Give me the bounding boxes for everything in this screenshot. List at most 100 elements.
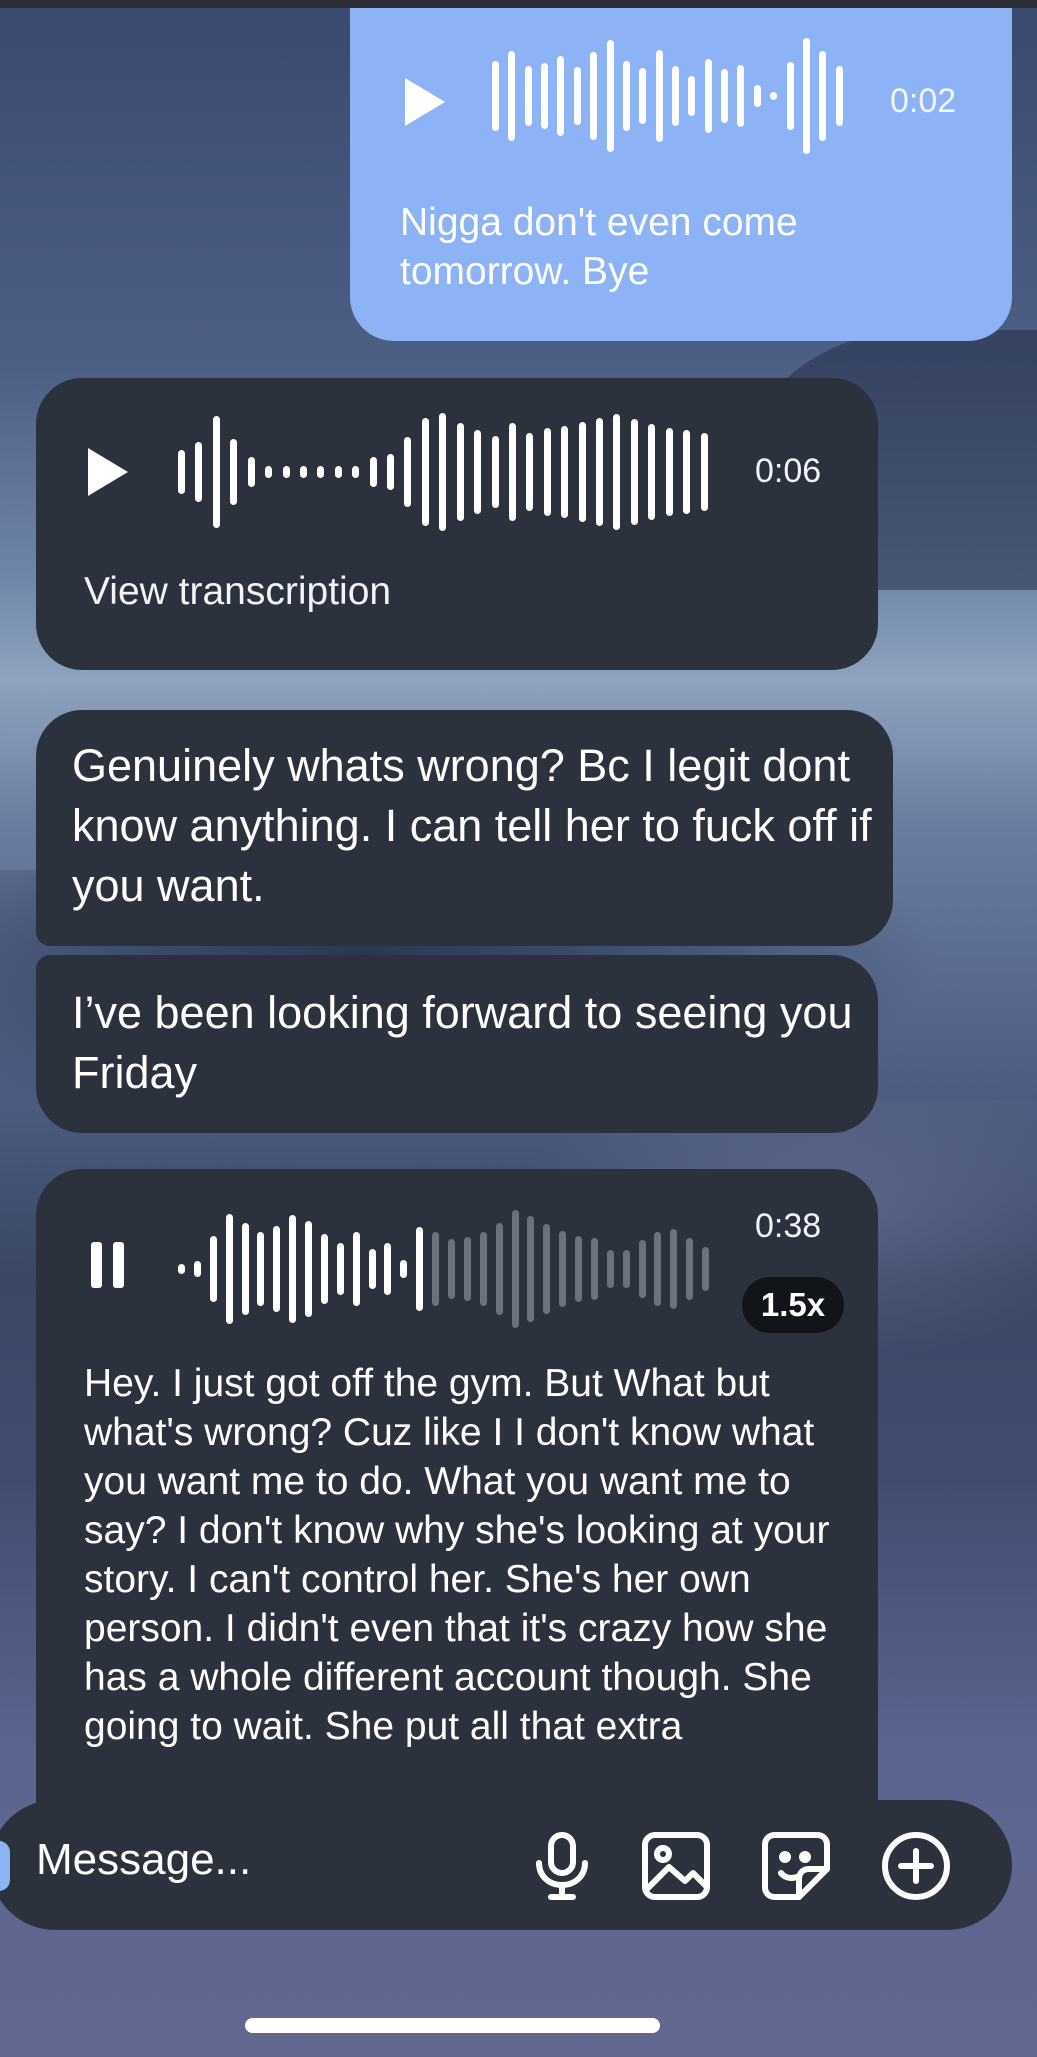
message-text: I’ve been looking forward to seeing you …	[72, 987, 853, 1098]
waveform-bar	[559, 1231, 567, 1307]
sticker-icon[interactable]	[759, 1829, 833, 1903]
message-input[interactable]: Message...	[36, 1835, 251, 1885]
waveform-bar	[456, 423, 464, 521]
waveform-bar	[753, 85, 761, 107]
waveform-bar	[495, 1223, 503, 1315]
waveform-bar	[526, 433, 534, 511]
waveform[interactable]	[178, 1209, 718, 1329]
waveform-bar	[178, 450, 185, 494]
waveform-bar	[448, 1239, 455, 1299]
waveform-bar	[439, 413, 447, 531]
waveform-bar	[638, 1240, 646, 1298]
waveform-bar	[622, 61, 630, 131]
waveform[interactable]	[178, 412, 718, 532]
waveform-bar	[369, 457, 377, 487]
waveform-bar	[195, 442, 203, 502]
waveform-bar	[508, 51, 516, 141]
waveform-bar	[474, 430, 482, 514]
waveform-bar	[654, 1232, 662, 1306]
waveform-bar	[492, 61, 499, 131]
waveform-bar	[241, 1223, 249, 1315]
waveform-bar	[575, 1236, 583, 1302]
waveform-bar	[524, 66, 532, 126]
message-text: Genuinely whats wrong? Bc I legit dont k…	[72, 740, 872, 911]
waveform-bar	[665, 428, 673, 516]
waveform-bar	[225, 1214, 233, 1324]
waveform-bar	[178, 1264, 185, 1274]
waveform-bar	[387, 454, 395, 490]
waveform-bar	[721, 69, 729, 123]
waveform-bar	[700, 433, 708, 511]
waveform-bar	[368, 1249, 376, 1289]
waveform-bar	[819, 51, 827, 141]
waveform-bar	[573, 67, 581, 125]
status-bar-edge	[0, 0, 1037, 8]
waveform-bar	[257, 1232, 265, 1306]
waveform-bar	[508, 423, 516, 521]
waveform-bar	[305, 1221, 313, 1317]
waveform-bar	[400, 1260, 408, 1278]
waveform-bar	[247, 457, 255, 487]
waveform-bar	[230, 439, 238, 505]
waveform-bar	[212, 416, 220, 528]
waveform-bar	[299, 466, 307, 478]
waveform-bar	[802, 38, 810, 154]
waveform-bar	[421, 418, 429, 526]
waveform-bar	[543, 428, 551, 516]
view-transcription-link[interactable]: View transcription	[84, 570, 391, 614]
waveform-bar	[737, 65, 745, 127]
play-icon[interactable]	[88, 448, 128, 496]
waveform-bar	[336, 1243, 344, 1295]
waveform-bar	[527, 1216, 535, 1322]
outgoing-voice-message[interactable]: 0:02 Nigga don't even come tomorrow. Bye	[350, 8, 1012, 341]
waveform-bar	[432, 1232, 440, 1306]
waveform-bar	[289, 1215, 297, 1323]
waveform[interactable]	[492, 36, 852, 156]
duration-label: 0:02	[890, 82, 957, 120]
transcript-text: Hey. I just got off the gym. But What bu…	[84, 1362, 830, 1748]
incoming-voice-message-playing[interactable]: 0:38 Hey. I just got off the gym. But Wh…	[36, 1169, 878, 1809]
incoming-voice-message[interactable]: 0:06 View transcription	[36, 378, 878, 670]
waveform-bar	[630, 419, 638, 525]
incoming-text-message[interactable]: Genuinely whats wrong? Bc I legit dont k…	[36, 710, 893, 946]
waveform-bar	[670, 1229, 678, 1309]
waveform-bar	[334, 466, 342, 478]
home-indicator[interactable]	[245, 2018, 660, 2033]
waveform-bar	[704, 59, 712, 133]
waveform-bar	[384, 1243, 392, 1295]
waveform-bar	[622, 1250, 630, 1288]
waveform-bar	[511, 1210, 519, 1328]
waveform-bar	[686, 1238, 694, 1300]
waveform-bar	[835, 66, 843, 126]
playback-speed-button[interactable]: 1.5x	[742, 1277, 844, 1333]
microphone-icon[interactable]	[525, 1829, 599, 1903]
waveform-bar	[770, 92, 778, 100]
transcript-text: Nigga don't even come tomorrow. Bye	[400, 201, 798, 293]
waveform-bar	[590, 52, 598, 140]
waveform-bar	[688, 76, 696, 116]
waveform-bar	[606, 1250, 614, 1288]
waveform-bar	[596, 418, 604, 526]
play-icon[interactable]	[405, 78, 445, 126]
incoming-text-message[interactable]: I’ve been looking forward to seeing you …	[36, 955, 878, 1133]
waveform-bar	[320, 1234, 328, 1304]
avatar[interactable]	[0, 1841, 10, 1891]
waveform-bar	[273, 1226, 281, 1312]
duration-label: 0:06	[755, 452, 822, 490]
image-icon[interactable]	[639, 1829, 713, 1903]
waveform-bar	[590, 1238, 598, 1300]
waveform-bar	[702, 1247, 710, 1291]
waveform-bar	[463, 1237, 471, 1301]
waveform-bar	[317, 466, 325, 478]
waveform-bar	[683, 430, 691, 514]
waveform-bar	[639, 68, 647, 124]
waveform-bar	[578, 422, 586, 522]
waveform-bar	[655, 50, 663, 142]
waveform-bar	[352, 1232, 360, 1306]
waveform-bar	[404, 437, 412, 507]
waveform-bar	[352, 466, 360, 478]
plus-circle-icon[interactable]	[879, 1829, 953, 1903]
waveform-bar	[541, 63, 549, 129]
waveform-bar	[491, 436, 499, 508]
waveform-bar	[282, 466, 290, 478]
